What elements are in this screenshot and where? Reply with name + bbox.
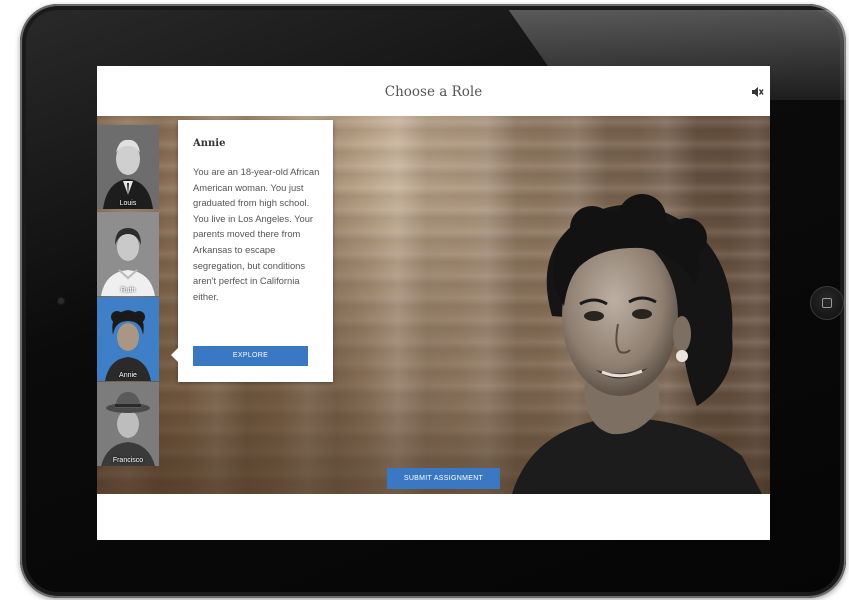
role-name: Francisco	[112, 457, 144, 464]
role-info-description: You are an 18-year-old African American …	[193, 166, 320, 302]
home-button[interactable]	[810, 286, 844, 320]
role-info-card: Annie You are an 18-year-old African Ame…	[171, 120, 333, 382]
role-scene: Louis Ruth Annie Francisco Annie You are…	[97, 116, 770, 494]
role-tile-louis[interactable]: Louis	[97, 125, 159, 209]
submit-assignment-button[interactable]: SUBMIT ASSIGNMENT	[387, 468, 500, 489]
home-square-icon	[822, 298, 832, 308]
ruth-portrait	[97, 212, 159, 296]
explore-button[interactable]: EXPLORE	[193, 346, 308, 366]
front-camera	[57, 297, 65, 305]
louis-portrait	[97, 125, 159, 209]
selected-role-portrait	[512, 194, 762, 494]
card-pointer	[171, 348, 178, 362]
role-tile-francisco[interactable]: Francisco	[97, 382, 159, 466]
role-name: Annie	[119, 372, 137, 379]
page-title: Choose a Role	[384, 84, 483, 100]
app-footer	[97, 494, 770, 540]
role-name: Ruth	[120, 287, 136, 294]
speaker-muted-icon[interactable]	[750, 85, 764, 99]
annie-portrait	[97, 297, 159, 381]
app-screen: Choose a Role Louis Ruth Annie Francisco…	[97, 66, 770, 540]
francisco-portrait	[97, 382, 159, 466]
role-tile-annie[interactable]: Annie	[97, 297, 159, 381]
role-info-name: Annie	[193, 138, 226, 149]
app-header: Choose a Role	[97, 66, 770, 116]
role-tile-ruth[interactable]: Ruth	[97, 212, 159, 296]
role-name: Louis	[119, 200, 137, 207]
